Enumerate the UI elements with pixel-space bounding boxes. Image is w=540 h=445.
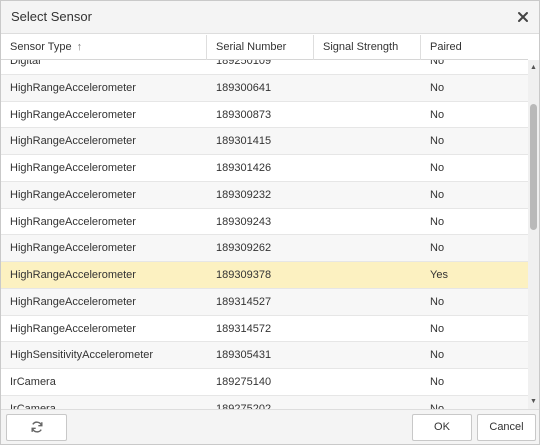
table-row[interactable]: IrCamera 189275140 No bbox=[1, 369, 528, 396]
paired-cell: No bbox=[430, 81, 445, 94]
sensor-type-cell: HighRangeAccelerometer bbox=[10, 135, 136, 148]
paired-cell: No bbox=[430, 242, 445, 255]
serial-number-cell: 189301415 bbox=[216, 135, 272, 148]
column-header-label: Paired bbox=[430, 41, 462, 53]
table-row[interactable]: HighRangeAccelerometer 189309378 Yes bbox=[1, 262, 528, 289]
sensor-type-cell: HighRangeAccelerometer bbox=[10, 188, 136, 201]
table-row[interactable]: Digital 189250109 No bbox=[1, 60, 528, 75]
paired-cell: No bbox=[430, 135, 445, 148]
signal-strength-cell bbox=[314, 262, 421, 288]
column-header-label: Sensor Type bbox=[10, 41, 72, 53]
paired-cell: No bbox=[430, 376, 445, 388]
signal-strength-cell bbox=[314, 396, 421, 409]
signal-strength-cell bbox=[314, 209, 421, 235]
signal-strength-cell bbox=[314, 369, 421, 395]
paired-cell: No bbox=[430, 162, 445, 174]
signal-strength-cell bbox=[314, 289, 421, 315]
signal-strength-cell bbox=[314, 60, 421, 74]
scroll-up-arrow-icon[interactable]: ▲ bbox=[528, 62, 539, 73]
paired-cell: No bbox=[430, 215, 445, 228]
sensor-type-cell: HighRangeAccelerometer bbox=[10, 269, 136, 281]
paired-cell: No bbox=[430, 322, 445, 335]
table-row[interactable]: HighRangeAccelerometer 189309262 No bbox=[1, 235, 528, 262]
column-header-sensor-type[interactable]: Sensor Type ↑ bbox=[1, 35, 207, 60]
signal-strength-cell bbox=[314, 155, 421, 181]
table-row[interactable]: HighRangeAccelerometer 189309232 No bbox=[1, 181, 528, 209]
signal-strength-cell bbox=[314, 316, 421, 342]
serial-number-cell: 189300873 bbox=[216, 108, 272, 121]
table-row[interactable]: HighRangeAccelerometer 189301415 No bbox=[1, 128, 528, 155]
sort-up-arrow-icon: ↑ bbox=[76, 41, 83, 53]
serial-number-cell: 189309243 bbox=[216, 215, 272, 228]
column-header-serial-number[interactable]: Serial Number bbox=[207, 35, 314, 60]
scroll-down-arrow-icon[interactable]: ▼ bbox=[528, 396, 539, 407]
refresh-button[interactable] bbox=[6, 414, 67, 441]
column-header-paired[interactable]: Paired bbox=[421, 35, 528, 60]
signal-strength-cell bbox=[314, 235, 421, 261]
signal-strength-cell bbox=[314, 75, 421, 101]
sensor-type-cell: HighSensitivityAccelerometer bbox=[10, 349, 154, 362]
table-header: Sensor Type ↑ Serial Number Signal Streng… bbox=[1, 35, 528, 60]
serial-number-cell: 189275140 bbox=[216, 376, 272, 388]
serial-number-cell: 189300641 bbox=[216, 81, 272, 94]
serial-number-cell: 189305431 bbox=[216, 349, 272, 362]
sensor-type-cell: Digital bbox=[10, 60, 41, 67]
serial-number-cell: 189309232 bbox=[216, 188, 272, 201]
paired-cell: Yes bbox=[430, 269, 448, 281]
table-row[interactable]: HighRangeAccelerometer 189300873 No bbox=[1, 102, 528, 129]
paired-cell: No bbox=[430, 60, 445, 67]
refresh-icon bbox=[30, 421, 44, 433]
table-row[interactable]: HighRangeAccelerometer 189300641 No bbox=[1, 74, 528, 102]
serial-number-cell: 189301426 bbox=[216, 162, 272, 174]
signal-strength-cell bbox=[314, 182, 421, 208]
table-body: Digital 189250109 No HighRangeAccelerometer… bbox=[1, 60, 528, 409]
scrollbar-thumb[interactable] bbox=[530, 104, 537, 230]
vertical-scrollbar[interactable]: ▲ ▼ bbox=[528, 60, 539, 409]
sensor-type-cell: HighRangeAccelerometer bbox=[10, 215, 136, 228]
ok-button[interactable]: OK bbox=[412, 414, 472, 441]
sensor-type-cell: HighRangeAccelerometer bbox=[10, 242, 136, 255]
serial-number-cell: 189309378 bbox=[216, 269, 272, 281]
table-row[interactable]: HighRangeAccelerometer 189309243 No bbox=[1, 209, 528, 236]
paired-cell: No bbox=[430, 402, 445, 409]
column-header-label: Serial Number bbox=[216, 41, 287, 53]
table-row[interactable]: IrCamera 189275202 No bbox=[1, 395, 528, 409]
table-row[interactable]: HighRangeAccelerometer 189314527 No bbox=[1, 288, 528, 316]
serial-number-cell: 189275202 bbox=[216, 402, 272, 409]
table-row[interactable]: HighSensitivityAccelerometer 189305431 No bbox=[1, 342, 528, 369]
close-icon[interactable] bbox=[515, 9, 531, 25]
serial-number-cell: 189314527 bbox=[216, 295, 272, 308]
paired-cell: No bbox=[430, 295, 445, 308]
signal-strength-cell bbox=[314, 342, 421, 368]
select-sensor-dialog: Select Sensor Sensor Type ↑ Serial Number… bbox=[0, 0, 540, 445]
serial-number-cell: 189314572 bbox=[216, 322, 272, 335]
paired-cell: No bbox=[430, 349, 445, 362]
sensor-type-cell: IrCamera bbox=[10, 376, 56, 388]
column-header-signal-strength[interactable]: Signal Strength bbox=[314, 35, 421, 60]
paired-cell: No bbox=[430, 108, 445, 121]
table-row[interactable]: HighRangeAccelerometer 189301426 No bbox=[1, 155, 528, 182]
signal-strength-cell bbox=[314, 128, 421, 154]
dialog-title: Select Sensor bbox=[11, 9, 92, 24]
table-rows: Digital 189250109 No HighRangeAccelerometer… bbox=[1, 60, 528, 409]
serial-number-cell: 189309262 bbox=[216, 242, 272, 255]
sensor-type-cell: HighRangeAccelerometer bbox=[10, 162, 136, 174]
column-header-label: Signal Strength bbox=[323, 41, 399, 53]
table-row[interactable]: HighRangeAccelerometer 189314572 No bbox=[1, 316, 528, 343]
sensor-type-cell: HighRangeAccelerometer bbox=[10, 108, 136, 121]
cancel-button[interactable]: Cancel bbox=[477, 414, 536, 441]
dialog-footer: OK Cancel bbox=[1, 409, 539, 444]
dialog-titlebar: Select Sensor bbox=[1, 1, 539, 34]
signal-strength-cell bbox=[314, 102, 421, 128]
sensor-type-cell: HighRangeAccelerometer bbox=[10, 81, 136, 94]
sensor-type-cell: IrCamera bbox=[10, 402, 56, 409]
sensor-type-cell: HighRangeAccelerometer bbox=[10, 295, 136, 308]
sensor-table: Sensor Type ↑ Serial Number Signal Streng… bbox=[1, 35, 539, 409]
paired-cell: No bbox=[430, 188, 445, 201]
serial-number-cell: 189250109 bbox=[216, 60, 272, 67]
sensor-type-cell: HighRangeAccelerometer bbox=[10, 322, 136, 335]
